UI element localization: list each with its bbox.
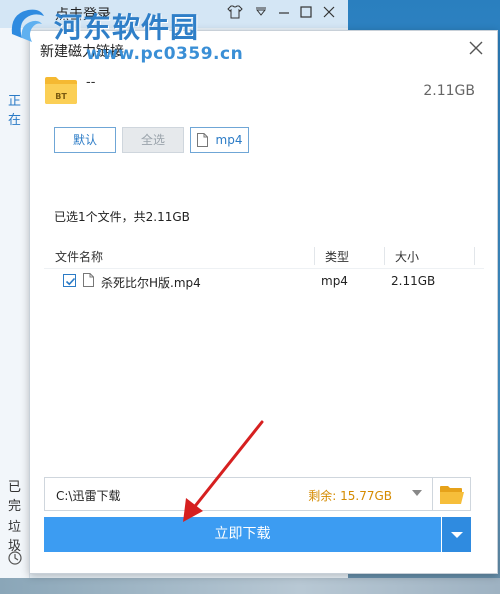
- menu-dropdown-icon[interactable]: [252, 4, 270, 22]
- file-size: 2.11GB: [391, 274, 436, 288]
- save-path-field[interactable]: C:\迅雷下载 剩余: 15.77GB: [44, 477, 433, 511]
- open-folder-icon: [440, 486, 464, 504]
- mp4-filter-label: mp4: [215, 133, 243, 147]
- default-filter-button[interactable]: 默认: [54, 127, 116, 153]
- watermark-logo-icon: [11, 9, 45, 42]
- file-type: mp4: [321, 274, 348, 288]
- task-name: --: [86, 75, 96, 90]
- watermark-title: 河东软件园: [54, 11, 200, 44]
- dialog-close-icon[interactable]: [465, 37, 487, 59]
- file-name: 杀死比尔H版.mp4: [101, 276, 201, 290]
- maximize-icon[interactable]: [297, 4, 315, 22]
- clock-icon[interactable]: [7, 550, 23, 570]
- column-divider: [314, 247, 315, 265]
- window-close-icon[interactable]: [320, 4, 338, 22]
- column-header-name[interactable]: 文件名称: [55, 248, 103, 265]
- file-table: 文件名称 类型 大小 杀死比尔H版.mp4 mp4 2.11GB: [44, 243, 484, 293]
- download-now-button[interactable]: 立即下载: [44, 517, 441, 552]
- sidebar-item-completed[interactable]: 已完: [8, 476, 29, 514]
- sidebar-item-downloading[interactable]: 正在: [8, 90, 29, 128]
- watermark-url: www.pc0359.cn: [86, 44, 244, 64]
- task-size: 2.11GB: [423, 83, 475, 99]
- selection-summary: 已选1个文件，共2.11GB: [54, 210, 190, 224]
- table-row[interactable]: 杀死比尔H版.mp4 mp4 2.11GB: [44, 269, 484, 293]
- skin-icon[interactable]: [226, 4, 244, 22]
- browse-folder-button[interactable]: [433, 477, 471, 511]
- mp4-filter-button[interactable]: mp4: [190, 127, 249, 153]
- free-space-label: 剩余: 15.77GB: [308, 489, 392, 503]
- desktop-strip: [0, 578, 500, 594]
- table-header: 文件名称 类型 大小: [44, 243, 484, 269]
- background-sidebar: 正在 已完 垃圾: [0, 28, 30, 594]
- new-magnet-dialog: 新建磁力链接 BT -- 2.11GB 默认 全选 mp4 已选1个文件，共2.…: [29, 30, 498, 574]
- save-path-value: C:\迅雷下载: [56, 489, 121, 503]
- bt-folder-icon: BT: [44, 75, 78, 105]
- sidebar-item-trash[interactable]: 垃圾: [8, 516, 29, 554]
- download-options-dropdown[interactable]: [442, 517, 471, 552]
- column-header-type[interactable]: 类型: [325, 248, 349, 265]
- column-header-size[interactable]: 大小: [395, 248, 419, 265]
- file-checkbox[interactable]: [63, 274, 76, 287]
- file-icon: [83, 273, 94, 287]
- svg-text:BT: BT: [55, 92, 67, 101]
- column-divider: [474, 247, 475, 265]
- column-divider: [384, 247, 385, 265]
- minimize-icon[interactable]: [275, 4, 293, 22]
- path-history-dropdown-icon[interactable]: [412, 490, 422, 496]
- select-all-button[interactable]: 全选: [122, 127, 184, 153]
- file-icon: [196, 133, 208, 147]
